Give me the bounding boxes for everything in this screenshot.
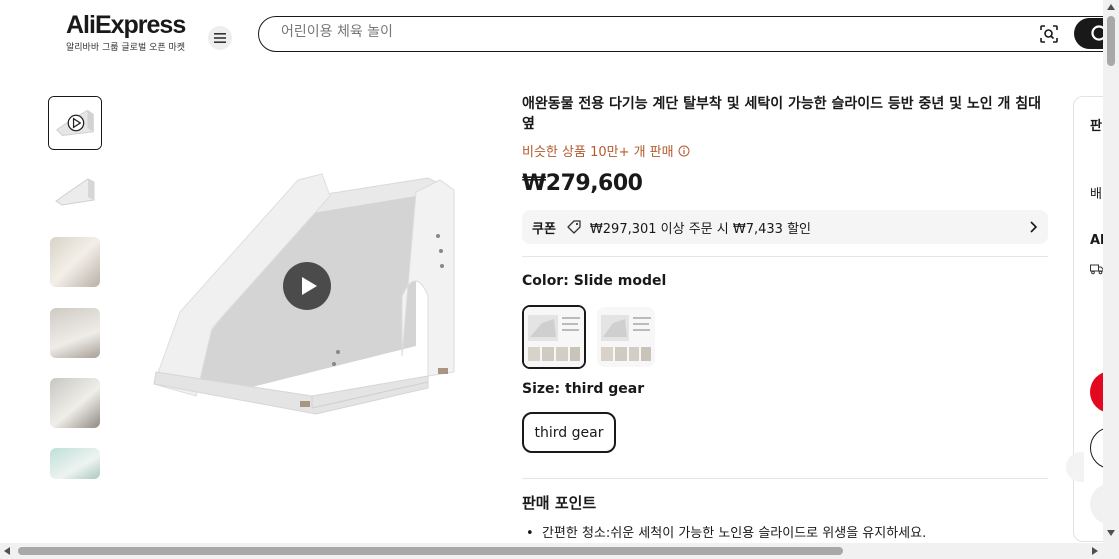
sold-count: 비슷한 상품 10만+ 개 판매 [522,141,690,160]
selling-point-item: • 간편한 청소:쉬운 세척이 가능한 노인용 슬라이드로 위생을 유지하세요. [526,522,926,541]
info-icon[interactable] [678,145,690,157]
size-value: third gear [565,381,645,397]
thumbnail-photo [50,448,100,479]
vertical-scroll-thumb[interactable] [1107,16,1115,66]
horizontal-scrollbar[interactable] [0,543,1103,559]
thumbnail-photo [50,237,100,287]
thumbnail-photo [50,378,100,428]
menu-icon [214,33,226,43]
aliexpress-logo[interactable]: AliExpress 알리바바 그룹 글로벌 오픈 마켓 [66,12,191,53]
selling-point-text: 간편한 청소:쉬운 세척이 가능한 노인용 슬라이드로 위생을 유지하세요. [541,526,927,541]
product-price: ₩279,600 [522,171,643,196]
color-swatch-slide-model[interactable] [522,305,586,369]
search-input[interactable] [281,24,981,40]
scroll-up-icon[interactable] [1107,4,1115,10]
video-thumbnail-image [49,97,101,149]
shipping-label: 배 [1090,187,1102,202]
selling-points-title: 판매 포인트 [522,494,597,512]
menu-button[interactable] [208,26,232,50]
color-value: Slide model [573,273,667,289]
vertical-scrollbar[interactable] [1103,0,1119,559]
color-label-text: Color: [522,273,569,289]
coupon-label: 쿠폰 [532,221,556,237]
coupon-text: ₩297,301 이상 주문 시 ₩7,433 할인 [589,221,811,237]
logo-text: AliExpress [66,11,186,39]
play-video-button[interactable] [283,262,331,310]
product-thumbnail-image [50,167,100,217]
play-icon [302,277,317,295]
search-bar [258,16,1119,52]
thumbnail-photo [50,308,100,358]
thumbnail-1[interactable] [50,167,100,217]
chevron-right-icon [1030,221,1038,233]
swatch-image [524,307,584,367]
size-label-text: Size: [522,381,561,397]
sold-text: 비슷한 상품 10만+ 개 판매 [522,145,674,160]
thumbnail-4[interactable] [50,378,100,428]
truck-icon [1090,264,1104,275]
coupon-banner[interactable]: 쿠폰 ₩297,301 이상 주문 시 ₩7,433 할인 [522,210,1048,244]
scroll-left-icon[interactable] [4,547,10,555]
swatch-image [597,307,655,367]
product-title: 애완동물 전용 다기능 계단 탈부착 및 세탁이 가능한 슬라이드 등반 중년 … [522,96,1042,132]
thumbnail-5[interactable] [50,448,100,479]
horizontal-scroll-thumb[interactable] [18,547,843,555]
bullet-icon: • [526,526,542,541]
product-page: AliExpress 알리바바 그룹 글로벌 오픈 마켓 어린이용 체육 놀이 … [0,0,1119,559]
thumbnail-video[interactable] [48,96,102,150]
divider [522,478,1048,479]
seller-label: 판 [1090,119,1102,134]
scroll-right-icon[interactable] [1092,547,1098,555]
carousel-prev-button[interactable] [1066,452,1084,482]
thumbnail-2[interactable] [50,237,100,287]
divider [522,256,1048,257]
logo-subtitle: 알리바바 그룹 글로벌 오픈 마켓 [66,43,186,53]
color-label: Color: Slide model [522,273,666,289]
color-swatch-2[interactable] [597,307,655,367]
size-option-third-gear[interactable]: third gear [522,412,616,453]
tag-icon [567,220,581,234]
thumbnail-3[interactable] [50,308,100,358]
camera-search-icon[interactable] [1039,24,1059,44]
scroll-down-icon[interactable] [1107,530,1115,536]
size-label: Size: third gear [522,381,644,397]
